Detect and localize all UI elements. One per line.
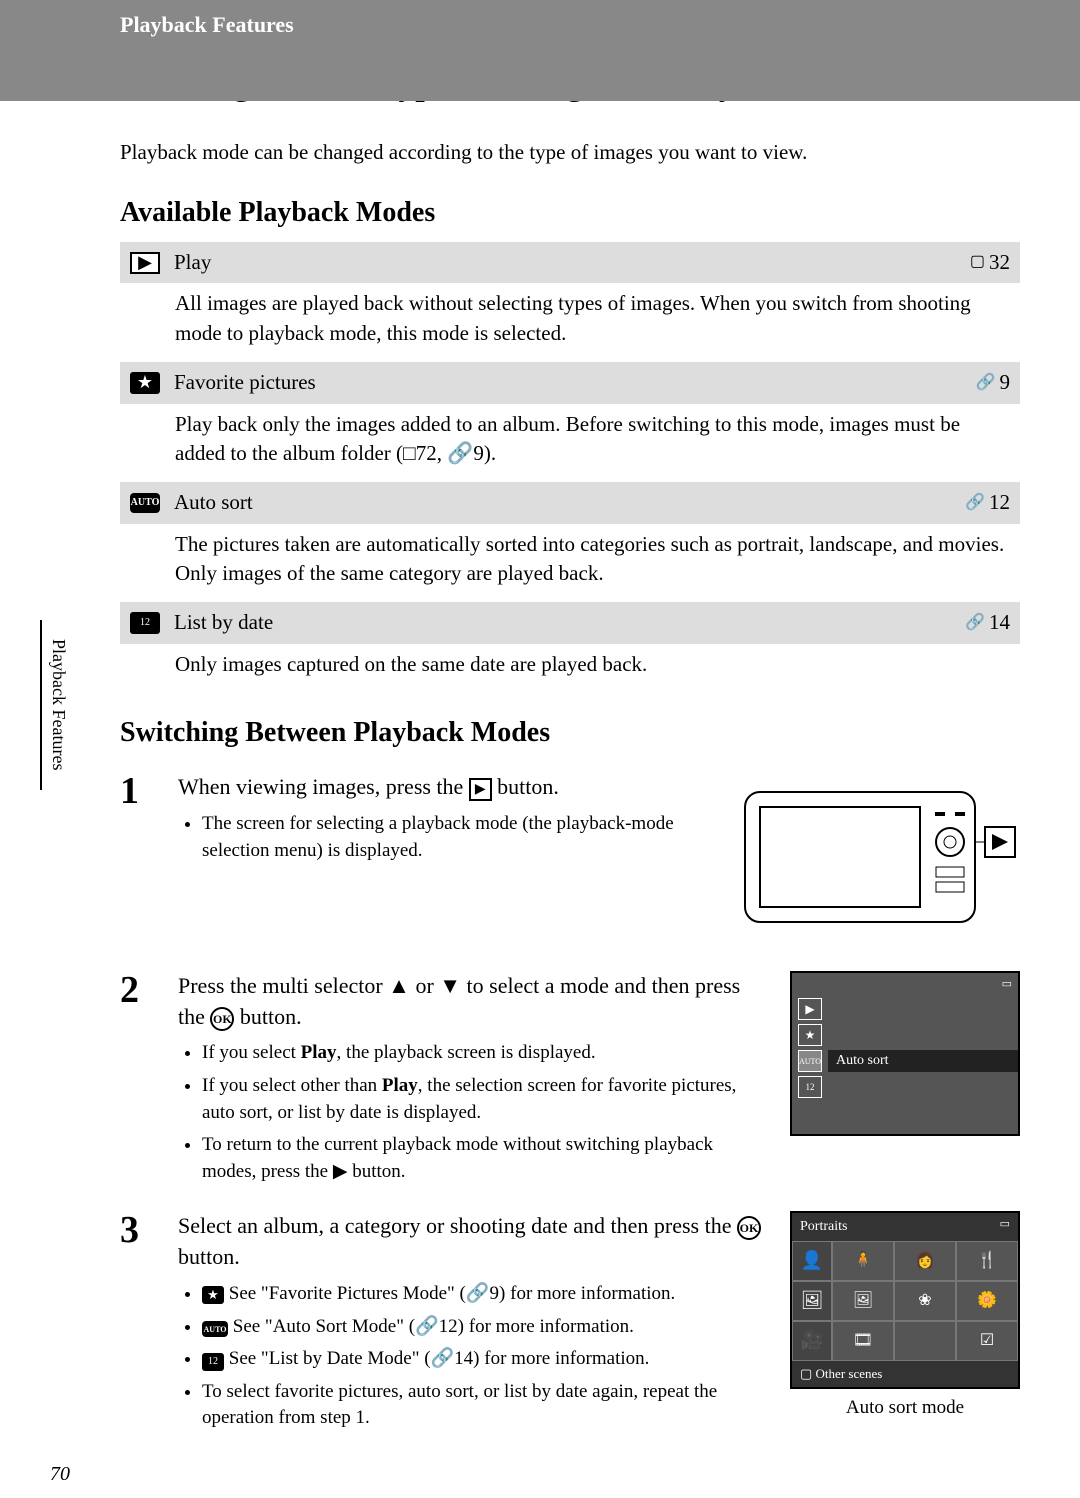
cat-landscape-icon: 🖼 <box>792 1281 832 1321</box>
section-label: Playback Features <box>20 10 1060 41</box>
mode-selection-screen: ▭ ▶ ★ AUTO Auto sort 12 <box>790 971 1020 1192</box>
thumb: ❀ <box>894 1281 956 1321</box>
book-icon: ▢ <box>970 251 985 273</box>
thumb: 🧍 <box>832 1241 894 1281</box>
thumb: ☑ <box>956 1321 1018 1361</box>
folder-icon: ▢ <box>800 1366 816 1381</box>
screen-selected-label: Auto sort <box>828 1050 1018 1072</box>
step-bullet: If you select other than Play, the selec… <box>202 1073 772 1126</box>
mode-ref: 🔗 12 <box>965 488 1010 517</box>
cat-movie-icon: 🎥 <box>792 1321 832 1361</box>
link-icon: 🔗 <box>965 492 985 514</box>
star-icon: ★ <box>202 1286 224 1304</box>
step-1: 1 When viewing images, press the ▶ butto… <box>120 772 1020 950</box>
step-bullet: ★ See "Favorite Pictures Mode" (🔗9) for … <box>202 1281 772 1308</box>
ok-button-icon: OK <box>210 1007 234 1031</box>
side-tab: Playback Features <box>40 620 75 790</box>
mode-desc: The pictures taken are automatically sor… <box>120 524 1020 603</box>
step-title: When viewing images, press the ▶ button. <box>178 772 722 803</box>
section-header: Playback Features <box>0 0 1080 101</box>
step-title: Select an album, a category or shooting … <box>178 1211 772 1273</box>
step-number: 3 <box>120 1211 160 1438</box>
step-number: 2 <box>120 971 160 1192</box>
mode-play: ▶ Play ▢ 32 All images are played back w… <box>120 242 1020 362</box>
mode-desc: Only images captured on the same date ar… <box>120 644 1020 693</box>
step-bullet: 12 See "List by Date Mode" (🔗14) for mor… <box>202 1346 772 1373</box>
mode-favorite: ★ Favorite pictures 🔗 9 Play back only t… <box>120 362 1020 482</box>
screen-footer: Other scenes <box>816 1366 883 1381</box>
mode-desc: All images are played back without selec… <box>120 283 1020 362</box>
thumb <box>894 1321 956 1361</box>
link-icon: 🔗 <box>965 612 985 634</box>
battery-icon: ▭ <box>1000 1217 1010 1237</box>
mode-desc: Play back only the images added to an al… <box>120 404 1020 483</box>
step-bullet: If you select Play, the playback screen … <box>202 1040 772 1067</box>
autosort-screen: Portraits ▭ 👤 🧍 👩 🍴 🖼 🖼 ❀ 🌼 🎥 🎞 ☑ <box>790 1211 1020 1438</box>
thumb: 👩 <box>894 1241 956 1281</box>
intro-text: Playback mode can be changed according t… <box>120 138 1020 167</box>
play-icon: ▶ <box>130 252 160 274</box>
mode-autosort: AUTO Auto sort 🔗 12 The pictures taken a… <box>120 482 1020 602</box>
step-bullet: AUTO See "Auto Sort Mode" (🔗12) for more… <box>202 1314 772 1341</box>
step-bullet: To return to the current playback mode w… <box>202 1132 772 1185</box>
mode-label: Auto sort <box>174 488 951 517</box>
thumb: 🍴 <box>956 1241 1018 1281</box>
step-2: 2 Press the multi selector ▲ or ▼ to sel… <box>120 971 1020 1192</box>
mode-ref: ▢ 32 <box>970 248 1010 277</box>
auto-icon: AUTO <box>130 493 160 513</box>
date-icon: 12 <box>130 612 160 634</box>
mode-label: Play <box>174 248 956 277</box>
camera-illustration <box>740 772 1020 950</box>
battery-icon: ▭ <box>1002 977 1012 992</box>
mode-ref: 🔗 9 <box>976 368 1010 397</box>
page-number: 70 <box>50 1460 70 1488</box>
mode-label: List by date <box>174 608 951 637</box>
step-title: Press the multi selector ▲ or ▼ to selec… <box>178 971 772 1033</box>
step-number: 1 <box>120 772 160 950</box>
mode-ref: 🔗 14 <box>965 608 1010 637</box>
screen-play-icon: ▶ <box>798 998 822 1020</box>
screen-star-icon: ★ <box>798 1024 822 1046</box>
star-icon: ★ <box>130 372 160 394</box>
play-button-icon: ▶ <box>469 778 492 802</box>
step-bullet: To select favorite pictures, auto sort, … <box>202 1379 772 1432</box>
ok-button-icon: OK <box>737 1216 761 1240</box>
link-icon: 🔗 <box>976 372 996 394</box>
thumb: 🌼 <box>956 1281 1018 1321</box>
screen-date-icon: 12 <box>798 1076 822 1098</box>
thumb: 🎞 <box>832 1321 894 1361</box>
step-bullet: The screen for selecting a playback mode… <box>202 811 722 864</box>
screen-caption: Auto sort mode <box>790 1395 1020 1422</box>
auto-icon: AUTO <box>202 1321 228 1337</box>
mode-label: Favorite pictures <box>174 368 962 397</box>
available-modes-heading: Available Playback Modes <box>120 193 1020 232</box>
step-3: 3 Select an album, a category or shootin… <box>120 1211 1020 1438</box>
cat-portrait-icon: 👤 <box>792 1241 832 1281</box>
date-icon: 12 <box>202 1353 224 1371</box>
screen-title: Portraits <box>800 1217 847 1237</box>
thumb: 🖼 <box>832 1281 894 1321</box>
mode-listbydate: 12 List by date 🔗 14 Only images capture… <box>120 602 1020 693</box>
switching-heading: Switching Between Playback Modes <box>120 713 1020 752</box>
screen-auto-icon: AUTO <box>798 1050 822 1072</box>
